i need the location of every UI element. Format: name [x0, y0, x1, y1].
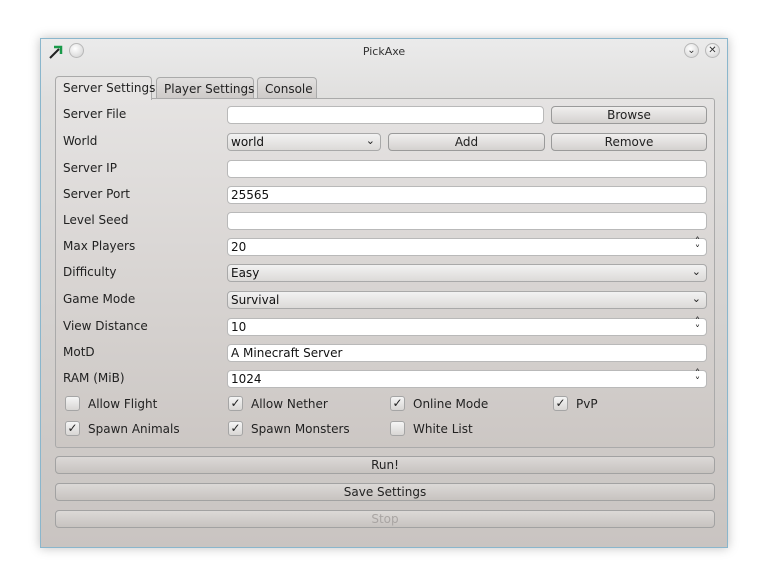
check-icon: ✓	[390, 396, 405, 411]
close-icon: ✕	[708, 45, 717, 56]
chevron-down-icon: ⌄	[687, 45, 696, 56]
server-ip-input[interactable]	[227, 160, 707, 178]
window-title: PickAxe	[362, 45, 406, 58]
server-file-label: Server File	[63, 107, 127, 121]
spin-arrows-icon[interactable]: ˄ ˅	[693, 236, 702, 255]
save-settings-button[interactable]: Save Settings	[55, 483, 715, 501]
game-mode-select[interactable]: Survival ⌄	[227, 291, 707, 309]
difficulty-value: Easy	[231, 266, 260, 280]
server-port-input[interactable]: 25565	[227, 186, 707, 204]
checkbox-label: PvP	[576, 396, 598, 411]
server-settings-panel: Server File Browse World world ⌄ Add Remo…	[55, 98, 715, 448]
remove-world-button[interactable]: Remove	[551, 133, 707, 151]
chevron-down-icon: ⌄	[691, 265, 701, 278]
ram-spinbox[interactable]: 1024 ˄ ˅	[227, 368, 707, 388]
difficulty-select[interactable]: Easy ⌄	[227, 264, 707, 282]
world-select[interactable]: world ⌄	[227, 133, 381, 151]
checkbox-label: Spawn Monsters	[251, 421, 350, 436]
game-mode-value: Survival	[231, 293, 280, 307]
online-mode-checkbox[interactable]: ✓ Online Mode	[390, 396, 488, 411]
spin-arrows-icon[interactable]: ˄ ˅	[693, 316, 702, 335]
tab-player-settings[interactable]: Player Settings	[156, 77, 254, 99]
game-mode-label: Game Mode	[63, 292, 136, 306]
checkbox-label: Allow Nether	[251, 396, 328, 411]
add-world-button[interactable]: Add	[388, 133, 545, 151]
checkbox-box	[390, 421, 405, 436]
check-icon: ✓	[228, 421, 243, 436]
tab-console[interactable]: Console	[257, 77, 317, 99]
view-distance-label: View Distance	[63, 319, 148, 333]
max-players-spinbox[interactable]: 20 ˄ ˅	[227, 236, 707, 256]
motd-label: MotD	[63, 345, 95, 359]
chevron-down-icon: ⌄	[691, 292, 701, 305]
checkbox-box	[65, 396, 80, 411]
world-label: World	[63, 134, 98, 148]
level-seed-label: Level Seed	[63, 213, 129, 227]
max-players-value: 20	[231, 240, 247, 254]
chevron-down-icon: ⌄	[365, 134, 375, 147]
ram-label: RAM (MiB)	[63, 371, 125, 385]
white-list-checkbox[interactable]: White List	[390, 421, 473, 436]
app-window: PickAxe ⌄ ✕ Server Settings Player Setti…	[40, 38, 728, 548]
checkbox-label: Allow Flight	[88, 396, 158, 411]
difficulty-label: Difficulty	[63, 265, 117, 279]
check-icon: ✓	[228, 396, 243, 411]
view-distance-spinbox[interactable]: 10 ˄ ˅	[227, 316, 707, 336]
checkbox-label: Online Mode	[413, 396, 489, 411]
close-button[interactable]: ✕	[705, 43, 720, 58]
spin-arrows-icon[interactable]: ˄ ˅	[693, 368, 702, 387]
spawn-animals-checkbox[interactable]: ✓ Spawn Animals	[65, 421, 180, 436]
title-bar[interactable]: PickAxe ⌄ ✕	[41, 39, 727, 65]
server-file-input[interactable]	[227, 106, 544, 124]
max-players-label: Max Players	[63, 239, 136, 253]
allow-flight-checkbox[interactable]: Allow Flight	[65, 396, 157, 411]
browse-button[interactable]: Browse	[551, 106, 707, 124]
pvp-checkbox[interactable]: ✓ PvP	[553, 396, 598, 411]
stop-button: Stop	[55, 510, 715, 528]
motd-input[interactable]: A Minecraft Server	[227, 344, 707, 362]
checkbox-label: White List	[413, 421, 473, 436]
world-value: world	[231, 135, 265, 149]
check-icon: ✓	[65, 421, 80, 436]
allow-nether-checkbox[interactable]: ✓ Allow Nether	[228, 396, 328, 411]
minimize-button[interactable]: ⌄	[684, 43, 699, 58]
view-distance-value: 10	[231, 320, 247, 334]
ram-value: 1024	[231, 372, 262, 386]
level-seed-input[interactable]	[227, 212, 707, 230]
check-icon: ✓	[553, 396, 568, 411]
server-ip-label: Server IP	[63, 161, 117, 175]
server-port-label: Server Port	[63, 187, 130, 201]
run-button[interactable]: Run!	[55, 456, 715, 474]
spawn-monsters-checkbox[interactable]: ✓ Spawn Monsters	[228, 421, 350, 436]
tab-server-settings[interactable]: Server Settings	[55, 76, 155, 100]
checkbox-label: Spawn Animals	[88, 421, 180, 436]
